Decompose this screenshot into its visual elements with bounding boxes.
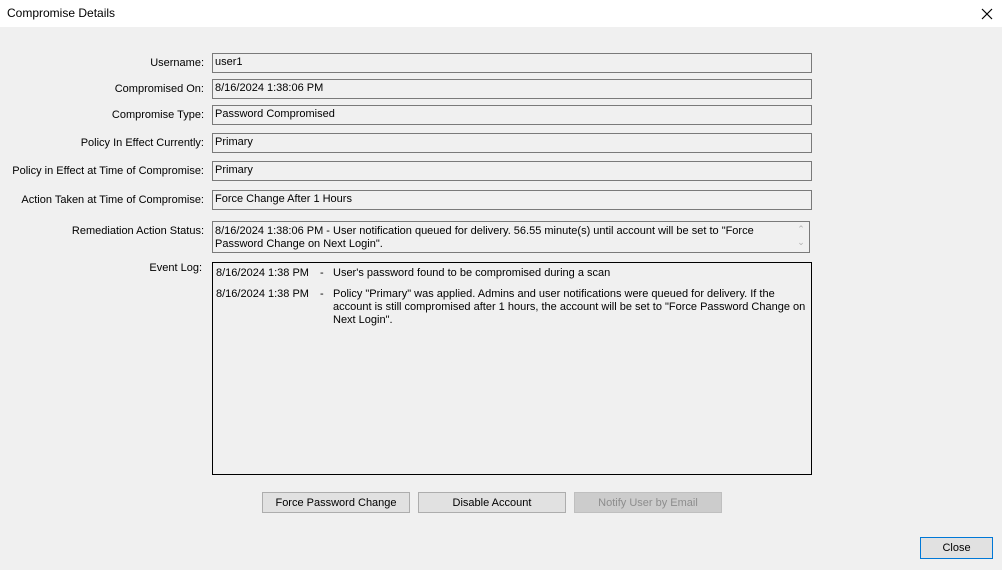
action-taken-field[interactable]: Force Change After 1 Hours xyxy=(212,190,812,210)
log-separator: - xyxy=(320,267,324,279)
disable-account-button[interactable]: Disable Account xyxy=(418,492,566,513)
scroll-up-icon[interactable]: ⌃ xyxy=(794,223,808,236)
policy-at-compromise-label: Policy in Effect at Time of Compromise: xyxy=(12,165,204,177)
log-message: User's password found to be compromised … xyxy=(333,267,611,279)
remediation-status-box[interactable]: 8/16/2024 1:38:06 PM - User notification… xyxy=(212,221,810,253)
compromise-type-label: Compromise Type: xyxy=(111,109,204,121)
action-taken-label: Action Taken at Time of Compromise: xyxy=(21,194,204,206)
remediation-status-text: 8/16/2024 1:38:06 PM - User notification… xyxy=(215,225,754,250)
username-field[interactable]: user1 xyxy=(212,53,812,73)
username-label: Username: xyxy=(150,57,204,69)
compromised-on-field[interactable]: 8/16/2024 1:38:06 PM xyxy=(212,79,812,99)
log-message: Policy "Primary" was applied. Admins and… xyxy=(333,288,806,326)
event-log-list[interactable]: 8/16/2024 1:38 PM - User's password foun… xyxy=(212,262,812,475)
log-date: 8/16/2024 1:38 PM xyxy=(216,267,309,279)
policy-current-field[interactable]: Primary xyxy=(212,133,812,153)
force-password-change-button[interactable]: Force Password Change xyxy=(262,492,410,513)
status-scrollbar[interactable]: ⌃ ⌄ xyxy=(794,223,808,251)
notify-user-by-email-button[interactable]: Notify User by Email xyxy=(574,492,722,513)
policy-current-label: Policy In Effect Currently: xyxy=(80,137,204,149)
compromise-details-dialog: Compromise Details Username: user1 Compr… xyxy=(0,0,1002,570)
policy-at-compromise-field[interactable]: Primary xyxy=(212,161,812,181)
compromise-type-field[interactable]: Password Compromised xyxy=(212,105,812,125)
close-button[interactable]: Close xyxy=(920,537,993,559)
window-title: Compromise Details xyxy=(7,6,116,20)
log-date: 8/16/2024 1:38 PM xyxy=(216,288,309,300)
event-log-label: Event Log: xyxy=(149,262,202,274)
close-window-icon[interactable] xyxy=(972,0,1002,27)
scroll-down-icon[interactable]: ⌄ xyxy=(794,236,808,249)
compromised-on-label: Compromised On: xyxy=(114,83,204,95)
title-bar: Compromise Details xyxy=(0,0,1002,27)
log-separator: - xyxy=(320,288,324,300)
list-item[interactable]: 8/16/2024 1:38 PM - User's password foun… xyxy=(216,267,811,281)
list-item[interactable]: 8/16/2024 1:38 PM - Policy "Primary" was… xyxy=(216,288,811,328)
remediation-status-label: Remediation Action Status: xyxy=(71,225,204,237)
